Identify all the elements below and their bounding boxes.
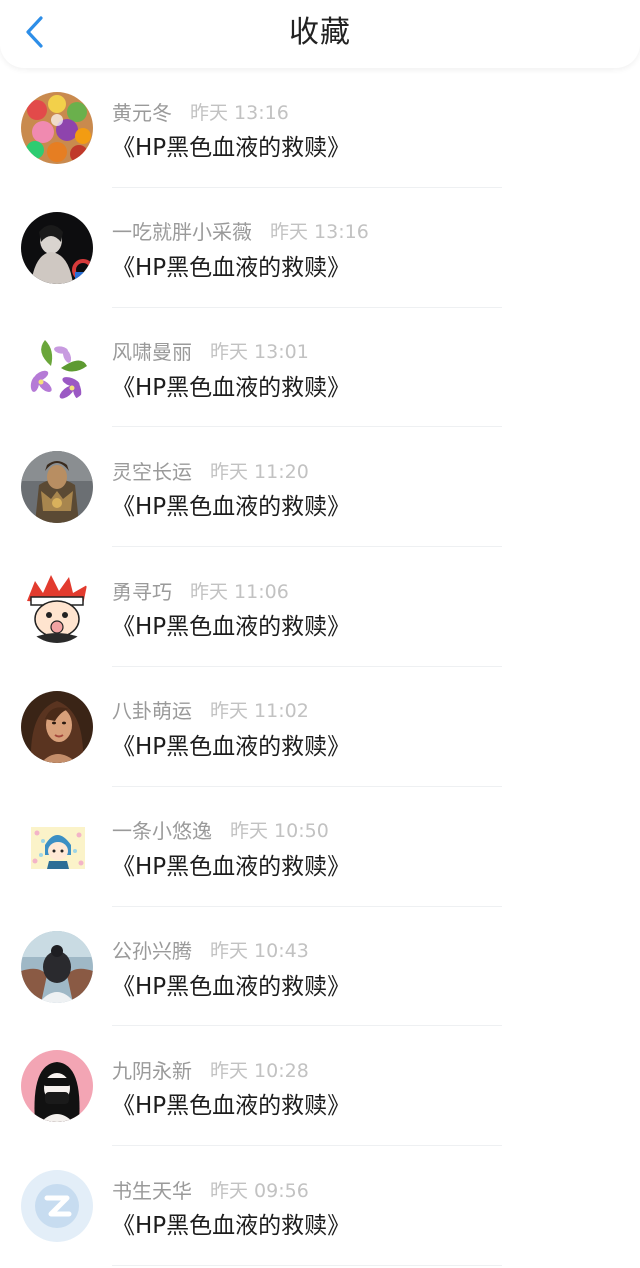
avatar[interactable] (21, 810, 93, 883)
item-meta: 黄元冬 昨天 13:16 (112, 97, 289, 125)
avatar[interactable] (21, 1050, 93, 1123)
user-name[interactable]: 公孙兴腾 (112, 935, 192, 964)
item-meta: 公孙兴腾 昨天 10:43 (112, 936, 309, 964)
favorites-list: 黄元冬 昨天 13:16 《HP黑色血液的救赎》 一吃就胖小采薇 昨天 13:1… (0, 68, 640, 1266)
timestamp: 昨天 13:01 (210, 341, 309, 364)
favorite-title[interactable]: 《HP黑色血液的救赎》 (112, 487, 350, 521)
favorite-title[interactable]: 《HP黑色血液的救赎》 (112, 1206, 350, 1240)
favorite-title[interactable]: 《HP黑色血液的救赎》 (112, 607, 350, 641)
woman-portrait-avatar (21, 690, 93, 763)
timestamp: 昨天 10:43 (210, 940, 309, 963)
avatar[interactable] (21, 92, 93, 164)
favorite-title[interactable]: 《HP黑色血液的救赎》 (112, 967, 350, 1001)
favorite-title[interactable]: 《HP黑色血液的救赎》 (112, 727, 350, 761)
item-meta: 书生天华 昨天 09:56 (112, 1175, 309, 1203)
item-meta: 勇寻巧 昨天 11:06 (112, 576, 289, 604)
masked-person-avatar (21, 1050, 93, 1123)
favorite-title[interactable]: 《HP黑色血液的救赎》 (112, 128, 350, 162)
avatar[interactable] (21, 1170, 93, 1243)
list-item[interactable]: 公孙兴腾 昨天 10:43 《HP黑色血液的救赎》 (0, 907, 640, 1027)
item-meta: 八卦萌运 昨天 11:02 (112, 696, 309, 724)
item-meta: 一吃就胖小采薇 昨天 13:16 (112, 217, 369, 245)
list-item[interactable]: 书生天华 昨天 09:56 《HP黑色血液的救赎》 (0, 1146, 640, 1266)
avatar[interactable] (21, 211, 93, 284)
timestamp: 昨天 11:02 (210, 700, 309, 723)
item-meta: 灵空长运 昨天 11:20 (112, 456, 309, 484)
dark-portrait-avatar (21, 211, 93, 284)
item-meta: 九阴永新 昨天 10:28 (112, 1055, 309, 1083)
avatar[interactable] (21, 451, 93, 524)
default-z-avatar (21, 1170, 93, 1243)
timestamp: 昨天 11:06 (190, 580, 289, 603)
back-of-head-avatar (21, 930, 93, 1003)
page-title: 收藏 (289, 15, 351, 50)
user-name[interactable]: 九阴永新 (112, 1055, 192, 1084)
user-name[interactable]: 灵空长运 (112, 456, 192, 485)
user-name[interactable]: 勇寻巧 (112, 576, 172, 605)
favorite-title[interactable]: 《HP黑色血液的救赎》 (112, 847, 350, 881)
user-name[interactable]: 书生天华 (112, 1175, 192, 1204)
user-name[interactable]: 八卦萌运 (112, 695, 192, 724)
list-item[interactable]: 黄元冬 昨天 13:16 《HP黑色血液的救赎》 (0, 68, 640, 188)
item-meta: 风啸曼丽 昨天 13:01 (112, 337, 309, 365)
list-item[interactable]: 九阴永新 昨天 10:28 《HP黑色血液的救赎》 (0, 1026, 640, 1146)
timestamp: 昨天 09:56 (210, 1179, 309, 1202)
user-name[interactable]: 风啸曼丽 (112, 336, 192, 365)
timestamp: 昨天 13:16 (270, 221, 369, 244)
favorite-title[interactable]: 《HP黑色血液的救赎》 (112, 368, 350, 402)
list-item[interactable]: 一吃就胖小采薇 昨天 13:16 《HP黑色血液的救赎》 (0, 188, 640, 308)
timestamp: 昨天 10:28 (210, 1059, 309, 1082)
user-name[interactable]: 黄元冬 (112, 97, 172, 126)
cartoon-red-hair-avatar (21, 571, 93, 644)
user-name[interactable]: 一吃就胖小采薇 (112, 216, 252, 245)
timestamp: 昨天 11:20 (210, 460, 309, 483)
timestamp: 昨天 13:16 (190, 101, 289, 124)
list-item[interactable]: 八卦萌运 昨天 11:02 《HP黑色血液的救赎》 (0, 667, 640, 787)
list-item[interactable]: 一条小悠逸 昨天 10:50 《HP黑色血液的救赎》 (0, 787, 640, 907)
candy-avatar (21, 92, 93, 164)
favorite-title[interactable]: 《HP黑色血液的救赎》 (112, 248, 350, 282)
avatar[interactable] (21, 331, 93, 404)
avatar[interactable] (21, 690, 93, 763)
timestamp: 昨天 10:50 (230, 820, 329, 843)
avatar[interactable] (21, 571, 93, 644)
item-meta: 一条小悠逸 昨天 10:50 (112, 816, 329, 844)
purple-flowers-avatar (21, 331, 93, 404)
list-item[interactable]: 风啸曼丽 昨天 13:01 《HP黑色血液的救赎》 (0, 308, 640, 428)
cartoon-boy-avatar (21, 810, 93, 883)
top-bar: 收藏 (0, 0, 640, 68)
list-item[interactable]: 灵空长运 昨天 11:20 《HP黑色血液的救赎》 (0, 427, 640, 547)
favorite-title[interactable]: 《HP黑色血液的救赎》 (112, 1086, 350, 1120)
avatar[interactable] (21, 930, 93, 1003)
list-item[interactable]: 勇寻巧 昨天 11:06 《HP黑色血液的救赎》 (0, 547, 640, 667)
user-name[interactable]: 一条小悠逸 (112, 815, 212, 844)
armored-warrior-avatar (21, 451, 93, 524)
